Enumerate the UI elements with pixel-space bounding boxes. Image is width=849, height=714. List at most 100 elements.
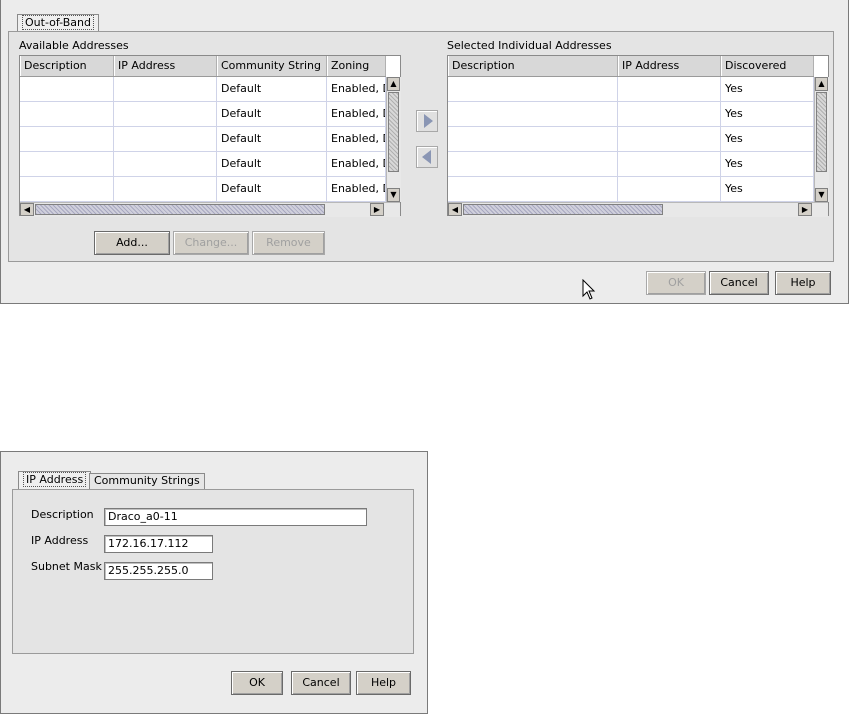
ok-button[interactable]: OK bbox=[231, 671, 283, 695]
available-vertical-scrollbar[interactable]: ▲ ▼ bbox=[386, 77, 401, 202]
scroll-down-icon[interactable]: ▼ bbox=[387, 188, 400, 202]
cell-description bbox=[448, 177, 618, 201]
scroll-left-icon[interactable]: ◀ bbox=[20, 203, 34, 216]
cell-description bbox=[448, 127, 618, 151]
column-header-description[interactable]: Description bbox=[448, 56, 618, 76]
cancel-button[interactable]: Cancel bbox=[709, 271, 769, 295]
cell-discovered: Yes bbox=[721, 177, 814, 201]
table-row[interactable]: Yes bbox=[448, 152, 814, 177]
ip-address-field[interactable]: 172.16.17.112 bbox=[104, 535, 213, 553]
tab-ip-address-label: IP Address bbox=[23, 472, 87, 487]
subnet-mask-field[interactable]: 255.255.255.0 bbox=[104, 562, 213, 580]
available-horizontal-scrollbar[interactable]: ◀ ▶ bbox=[20, 202, 400, 217]
move-right-button[interactable] bbox=[416, 110, 438, 132]
selected-horizontal-scrollbar[interactable]: ◀ ▶ bbox=[448, 202, 828, 217]
cell-discovered: Yes bbox=[721, 77, 814, 101]
cell-description bbox=[20, 102, 114, 126]
scroll-left-icon[interactable]: ◀ bbox=[448, 203, 462, 216]
description-label: Description bbox=[31, 508, 94, 521]
cell-discovered: Yes bbox=[721, 152, 814, 176]
available-addresses-title: Available Addresses bbox=[19, 39, 129, 52]
cell-ip-address bbox=[114, 177, 217, 201]
selected-table-body: Yes Yes Yes Yes Yes bbox=[448, 77, 814, 202]
column-header-discovered[interactable]: Discovered bbox=[721, 56, 814, 76]
cell-description bbox=[448, 77, 618, 101]
column-header-zoning[interactable]: Zoning bbox=[327, 56, 386, 76]
scroll-thumb[interactable] bbox=[816, 92, 827, 172]
cell-ip-address bbox=[114, 77, 217, 101]
table-row[interactable]: Yes bbox=[448, 177, 814, 202]
table-row[interactable]: Default Enabled, D bbox=[20, 77, 386, 102]
ok-button[interactable]: OK bbox=[646, 271, 706, 295]
left-triangle-icon bbox=[422, 150, 431, 164]
cell-community-string: Default bbox=[217, 177, 327, 201]
tab-ip-address[interactable]: IP Address bbox=[18, 471, 92, 489]
available-table-body: Default Enabled, D Default Enabled, D De… bbox=[20, 77, 386, 202]
change-button[interactable]: Change... bbox=[173, 231, 249, 255]
table-row[interactable]: Default Enabled, D bbox=[20, 152, 386, 177]
right-triangle-icon bbox=[424, 114, 433, 128]
table-row[interactable]: Yes bbox=[448, 77, 814, 102]
cell-ip-address bbox=[114, 152, 217, 176]
top-dialog: Out-of-Band Available Addresses Descript… bbox=[0, 0, 849, 304]
bottom-dialog: IP Address Community Strings Description… bbox=[0, 451, 428, 714]
help-button[interactable]: Help bbox=[775, 271, 831, 295]
cell-description bbox=[20, 152, 114, 176]
cell-discovered: Yes bbox=[721, 102, 814, 126]
scroll-down-icon[interactable]: ▼ bbox=[815, 188, 828, 202]
column-header-ip-address[interactable]: IP Address bbox=[114, 56, 217, 76]
cell-zoning: Enabled, D bbox=[327, 152, 386, 176]
mouse-pointer-icon bbox=[582, 279, 596, 300]
cell-ip-address bbox=[618, 152, 721, 176]
table-row[interactable]: Yes bbox=[448, 102, 814, 127]
scroll-right-icon[interactable]: ▶ bbox=[370, 203, 384, 216]
table-row[interactable]: Yes bbox=[448, 127, 814, 152]
cell-description bbox=[20, 77, 114, 101]
cell-community-string: Default bbox=[217, 102, 327, 126]
add-button[interactable]: Add... bbox=[94, 231, 170, 255]
tab-out-of-band[interactable]: Out-of-Band bbox=[17, 14, 99, 32]
cell-ip-address bbox=[618, 77, 721, 101]
tab-out-of-band-label: Out-of-Band bbox=[22, 15, 94, 30]
cell-community-string: Default bbox=[217, 152, 327, 176]
cancel-button[interactable]: Cancel bbox=[291, 671, 351, 695]
help-button[interactable]: Help bbox=[356, 671, 411, 695]
cell-ip-address bbox=[114, 127, 217, 151]
scroll-right-icon[interactable]: ▶ bbox=[798, 203, 812, 216]
move-left-button[interactable] bbox=[416, 146, 438, 168]
remove-button[interactable]: Remove bbox=[252, 231, 325, 255]
description-field[interactable]: Draco_a0-11 bbox=[104, 508, 367, 526]
scroll-thumb[interactable] bbox=[463, 204, 663, 215]
cell-community-string: Default bbox=[217, 127, 327, 151]
scroll-thumb[interactable] bbox=[35, 204, 325, 215]
available-addresses-table: Description IP Address Community String … bbox=[19, 55, 401, 217]
table-row[interactable]: Default Enabled, D bbox=[20, 102, 386, 127]
column-header-ip-address[interactable]: IP Address bbox=[618, 56, 721, 76]
column-header-description[interactable]: Description bbox=[20, 56, 114, 76]
tab-community-strings[interactable]: Community Strings bbox=[89, 473, 205, 489]
cell-ip-address bbox=[618, 127, 721, 151]
cell-description bbox=[20, 177, 114, 201]
scroll-up-icon[interactable]: ▲ bbox=[387, 77, 400, 91]
cell-zoning: Enabled, D bbox=[327, 77, 386, 101]
cell-description bbox=[448, 152, 618, 176]
ip-address-label: IP Address bbox=[31, 534, 89, 547]
cell-description bbox=[448, 102, 618, 126]
cell-zoning: Enabled, D bbox=[327, 177, 386, 201]
cell-discovered: Yes bbox=[721, 127, 814, 151]
cell-ip-address bbox=[618, 177, 721, 201]
cell-community-string: Default bbox=[217, 77, 327, 101]
scroll-thumb[interactable] bbox=[388, 92, 399, 172]
scroll-up-icon[interactable]: ▲ bbox=[815, 77, 828, 91]
column-header-community-string[interactable]: Community String bbox=[217, 56, 327, 76]
table-row[interactable]: Default Enabled, D bbox=[20, 177, 386, 202]
available-table-header: Description IP Address Community String … bbox=[20, 56, 386, 77]
cell-ip-address bbox=[114, 102, 217, 126]
selected-addresses-title: Selected Individual Addresses bbox=[447, 39, 612, 52]
selected-addresses-table: Description IP Address Discovered Yes Ye… bbox=[447, 55, 829, 217]
selected-table-header: Description IP Address Discovered bbox=[448, 56, 814, 77]
selected-vertical-scrollbar[interactable]: ▲ ▼ bbox=[814, 77, 829, 202]
table-row[interactable]: Default Enabled, D bbox=[20, 127, 386, 152]
cell-zoning: Enabled, D bbox=[327, 127, 386, 151]
cell-zoning: Enabled, D bbox=[327, 102, 386, 126]
